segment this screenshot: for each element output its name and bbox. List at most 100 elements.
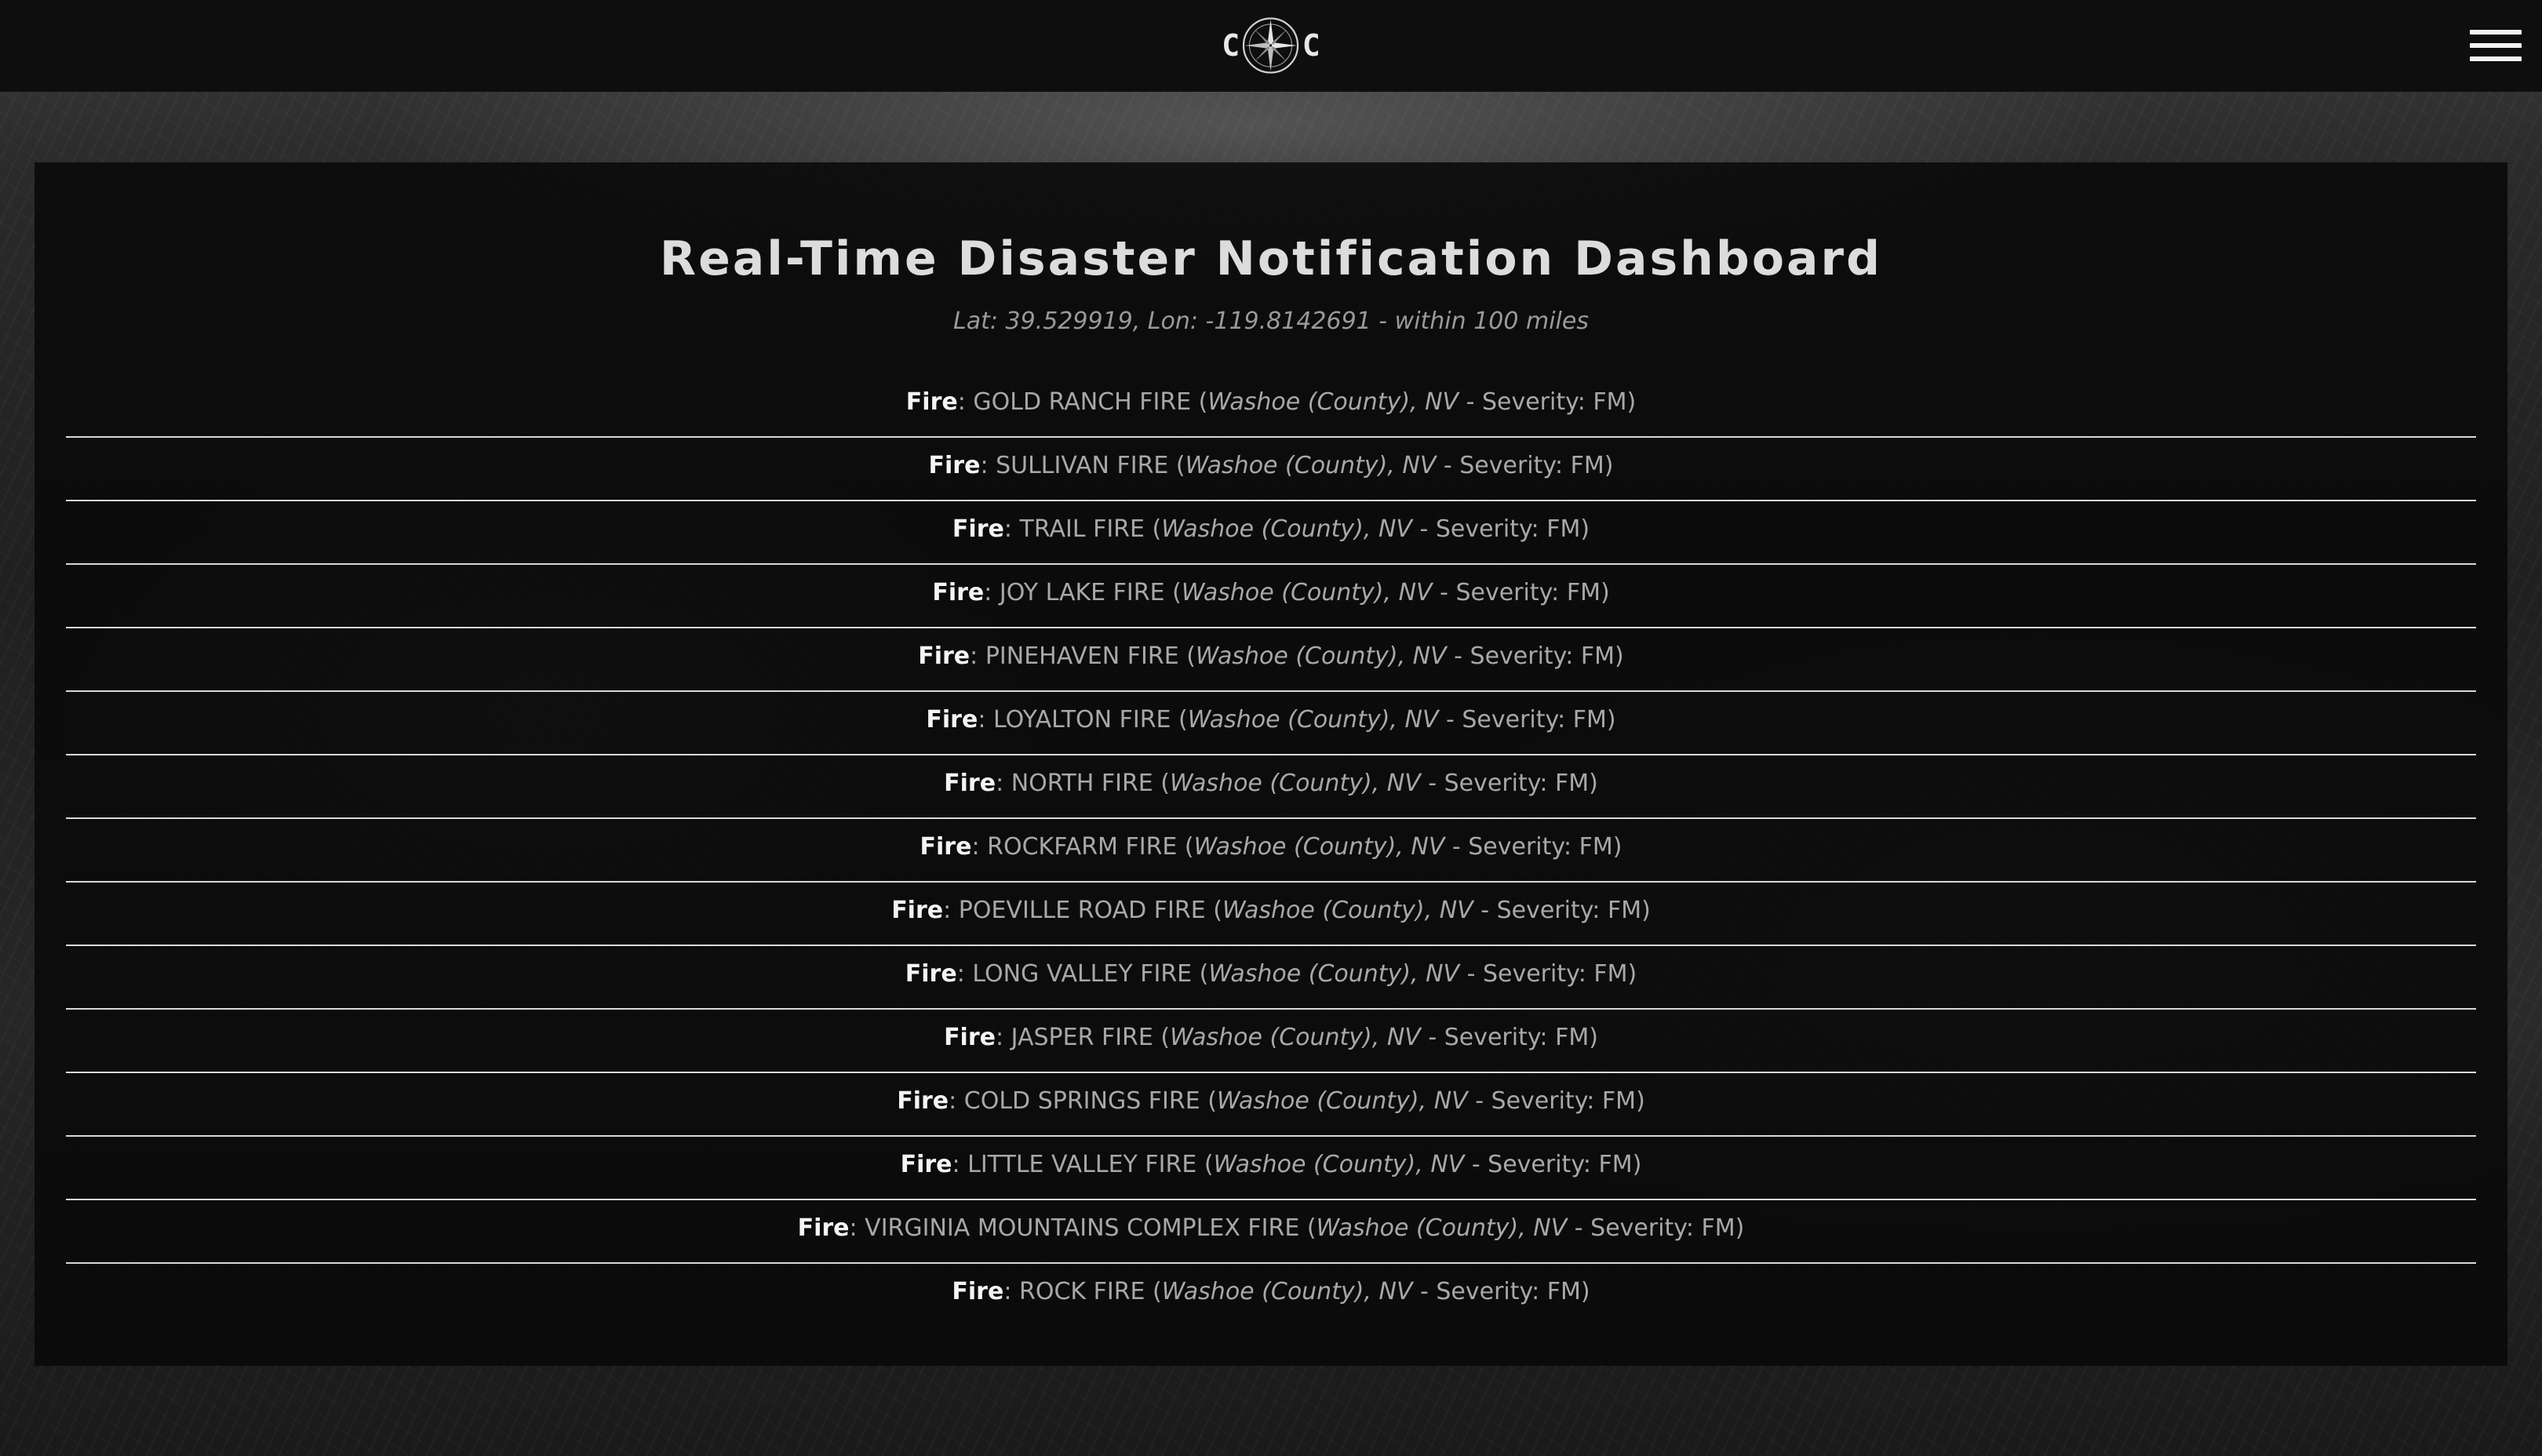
alert-county: Washoe (County) <box>1193 833 1397 861</box>
alert-state: NV <box>1378 1278 1413 1305</box>
alert-state: NV <box>1425 388 1459 416</box>
alert-severity: FM <box>1598 1151 1633 1178</box>
alert-type: Fire <box>918 642 971 670</box>
alert-item: Fire: POEVILLE ROAD FIRE (Washoe (County… <box>66 883 2476 946</box>
alert-type: Fire <box>952 1278 1004 1305</box>
alert-name: LOYALTON FIRE <box>992 706 1171 733</box>
alert-comma: , <box>1424 897 1440 924</box>
alert-severity: FM <box>1566 579 1601 606</box>
alert-name: TRAIL FIRE <box>1019 515 1145 543</box>
logo-letter-left: C <box>1222 28 1240 63</box>
alert-comma: , <box>1383 579 1399 606</box>
alert-comma: , <box>1411 960 1426 988</box>
site-logo[interactable]: C C <box>1220 11 1322 80</box>
alert-severity: FM <box>1579 833 1613 861</box>
location-subtitle: Lat: 39.529919, Lon: -119.8142691 - with… <box>953 308 1589 335</box>
alert-state: NV <box>1386 1024 1421 1051</box>
logo-letter-right: C <box>1302 28 1320 63</box>
alert-comma: , <box>1371 770 1387 797</box>
alert-county: Washoe (County) <box>1222 897 1425 924</box>
alert-comma: , <box>1389 706 1405 733</box>
alert-item: Fire: NORTH FIRE (Washoe (County), NV - … <box>66 755 2476 819</box>
alert-severity: FM <box>1554 770 1590 797</box>
alert-county: Washoe (County) <box>1170 1024 1372 1051</box>
alert-comma: , <box>1364 1278 1379 1305</box>
alert-severity: FM <box>1546 1278 1581 1305</box>
alert-comma: , <box>1396 833 1411 861</box>
alert-name: JOY LAKE FIRE <box>999 579 1165 606</box>
alert-name: COLD SPRINGS FIRE <box>963 1087 1200 1115</box>
alert-type: Fire <box>920 833 972 861</box>
alert-severity: FM <box>1555 1024 1590 1051</box>
alert-type: Fire <box>897 1087 949 1115</box>
alert-type: Fire <box>905 388 958 416</box>
alert-state: NV <box>1412 642 1447 670</box>
alert-type: Fire <box>944 770 996 797</box>
alert-item: Fire: COLD SPRINGS FIRE (Washoe (County)… <box>66 1073 2476 1137</box>
alert-comma: , <box>1410 388 1426 416</box>
alert-item: Fire: ROCK FIRE (Washoe (County), NV - S… <box>952 1278 1590 1305</box>
menu-bar <box>2470 56 2522 61</box>
alert-item: Fire: ROCKFARM FIRE (Washoe (County), NV… <box>66 819 2476 883</box>
alert-comma: , <box>1371 1024 1387 1051</box>
alert-name: VIRGINIA MOUNTAINS COMPLEX FIRE <box>865 1214 1300 1242</box>
alert-county: Washoe (County) <box>1161 1278 1364 1305</box>
alert-county: Washoe (County) <box>1208 960 1411 988</box>
top-navbar: C C <box>0 0 2542 92</box>
alert-item: Fire: LOYALTON FIRE (Washoe (County), NV… <box>66 692 2476 755</box>
alert-name: GOLD RANCH FIRE <box>973 388 1192 416</box>
alert-name: POEVILLE ROAD FIRE <box>958 897 1206 924</box>
alert-state: NV <box>1378 515 1412 543</box>
alert-name: LITTLE VALLEY FIRE <box>967 1151 1197 1178</box>
alert-severity: FM <box>1593 960 1628 988</box>
menu-bar <box>2470 43 2522 48</box>
alert-severity: FM <box>1593 388 1627 416</box>
alert-state: NV <box>1398 579 1433 606</box>
alert-severity: FM <box>1701 1214 1735 1242</box>
page-title: Real-Time Disaster Notification Dashboar… <box>659 231 1883 286</box>
alert-severity: FM <box>1607 897 1642 924</box>
alert-county: Washoe (County) <box>1216 1087 1419 1115</box>
alert-state: NV <box>1430 1151 1465 1178</box>
alert-type: Fire <box>900 1151 952 1178</box>
alert-item: Fire: GOLD RANCH FIRE (Washoe (County), … <box>66 374 2476 438</box>
alert-item: Fire: VIRGINIA MOUNTAINS COMPLEX FIRE (W… <box>66 1200 2476 1264</box>
alert-county: Washoe (County) <box>1213 1151 1416 1178</box>
alert-state: NV <box>1402 452 1437 479</box>
alert-severity: FM <box>1546 515 1581 543</box>
alert-item: Fire: LONG VALLEY FIRE (Washoe (County),… <box>66 946 2476 1010</box>
alert-name: PINEHAVEN FIRE <box>985 642 1179 670</box>
alert-name: ROCK FIRE <box>1018 1278 1145 1305</box>
alert-comma: , <box>1387 452 1403 479</box>
alert-type: Fire <box>952 515 1004 543</box>
alert-comma: , <box>1397 642 1413 670</box>
alert-item: Fire: TRAIL FIRE (Washoe (County), NV - … <box>66 501 2476 565</box>
alert-type: Fire <box>905 960 957 988</box>
alert-county: Washoe (County) <box>1161 515 1364 543</box>
alert-item: Fire: LITTLE VALLEY FIRE (Washoe (County… <box>66 1137 2476 1200</box>
alert-comma: , <box>1418 1087 1434 1115</box>
page: C C Real-Time Disaster Notification Dash… <box>0 0 2542 1456</box>
alert-comma: , <box>1363 515 1378 543</box>
alert-item: Fire: SULLIVAN FIRE (Washoe (County), NV… <box>66 438 2476 501</box>
alert-county: Washoe (County) <box>1187 706 1390 733</box>
alert-type: Fire <box>944 1024 996 1051</box>
alert-severity: FM <box>1580 642 1615 670</box>
alert-item: Fire: JOY LAKE FIRE (Washoe (County), NV… <box>66 565 2476 628</box>
alert-type: Fire <box>928 452 981 479</box>
alert-item: Fire: PINEHAVEN FIRE (Washoe (County), N… <box>66 628 2476 692</box>
alert-state: NV <box>1433 1087 1468 1115</box>
hamburger-menu-icon[interactable] <box>2470 27 2522 64</box>
menu-bar <box>2470 30 2522 35</box>
alert-comma: , <box>1415 1151 1431 1178</box>
alert-name: SULLIVAN FIRE <box>996 452 1169 479</box>
alert-county: Washoe (County) <box>1181 579 1384 606</box>
alert-state: NV <box>1426 960 1460 988</box>
alert-state: NV <box>1533 1214 1568 1242</box>
alert-item: Fire: JASPER FIRE (Washoe (County), NV -… <box>66 1010 2476 1073</box>
alert-comma: , <box>1518 1214 1534 1242</box>
alert-type: Fire <box>891 897 944 924</box>
alert-state: NV <box>1411 833 1445 861</box>
alert-county: Washoe (County) <box>1207 388 1411 416</box>
alert-name: NORTH FIRE <box>1011 770 1153 797</box>
